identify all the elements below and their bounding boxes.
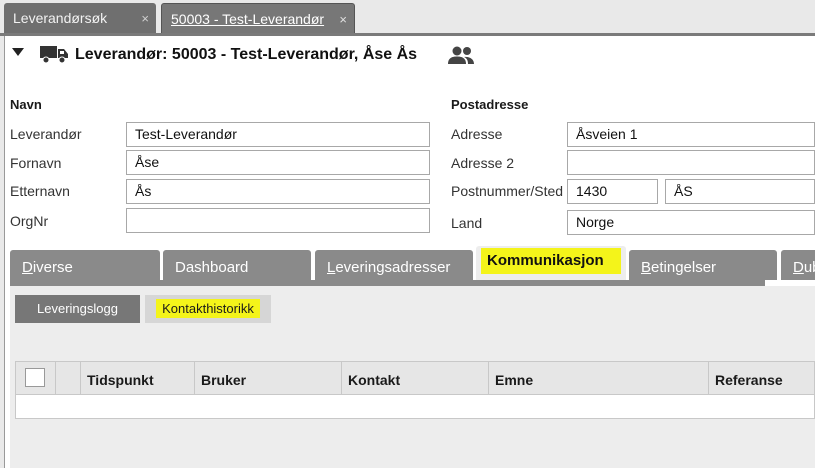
country-label: Land — [451, 215, 483, 231]
window-tab-supplier[interactable]: 50003 - Test-Leverandør × — [161, 3, 355, 33]
close-icon[interactable]: × — [339, 12, 347, 27]
people-icon[interactable] — [447, 45, 475, 65]
address2-field[interactable] — [567, 150, 815, 175]
tab-label-rest: everingsadresser — [335, 259, 451, 276]
column-header-tidspunkt[interactable]: Tidspunkt — [81, 362, 195, 395]
tab-diverse[interactable]: Diverse — [10, 250, 160, 280]
window-tab-label: 50003 - Test-Leverandør — [171, 10, 325, 27]
address-section-heading: Postadresse — [451, 97, 529, 112]
tab-dub[interactable]: Dub — [781, 250, 815, 280]
truck-icon — [40, 46, 68, 64]
grid-header: Tidspunkt Bruker Kontakt Emne Referanse — [16, 362, 814, 395]
name-section-heading: Navn — [10, 97, 42, 112]
orgnr-label: OrgNr — [10, 213, 49, 229]
postcode-city-label: Postnummer/Sted — [451, 183, 564, 199]
subtab-leveringslogg[interactable]: Leveringslogg — [15, 295, 140, 323]
address-label: Adresse — [451, 126, 503, 142]
city-field[interactable]: ÅS — [665, 179, 815, 204]
subtab-label: Kontakthistorikk — [156, 299, 260, 318]
last-name-field[interactable]: Ås — [126, 179, 430, 204]
tab-accel: D — [793, 259, 804, 276]
tab-label: Kommunikasjon — [481, 248, 621, 274]
first-name-field[interactable]: Åse — [126, 150, 430, 175]
tab-dashboard[interactable]: Dashboard — [163, 250, 311, 280]
tab-betingelser[interactable]: Betingelser — [629, 250, 777, 280]
tab-leveringsadresser[interactable]: Leveringsadresser — [315, 250, 473, 280]
tab-label-rest: etingelser — [651, 259, 717, 276]
tab-kommunikasjon[interactable]: Kommunikasjon — [476, 246, 626, 282]
window-tab-label: Leverandørsøk — [13, 10, 108, 26]
postcode-field[interactable]: 1430 — [567, 179, 658, 204]
last-name-label: Etternavn — [10, 183, 70, 199]
window-tab-leverandorsok[interactable]: Leverandørsøk × — [4, 3, 156, 33]
column-header-bruker[interactable]: Bruker — [195, 362, 342, 395]
tab-accel: B — [641, 259, 652, 276]
orgnr-field[interactable] — [126, 208, 430, 233]
caret-down-icon[interactable] — [12, 48, 24, 56]
select-all-cell — [16, 362, 56, 395]
country-field[interactable]: Norge — [567, 210, 815, 235]
contact-history-grid: Tidspunkt Bruker Kontakt Emne Referanse — [15, 361, 815, 419]
first-name-label: Fornavn — [10, 155, 62, 171]
column-header-kontakt[interactable]: Kontakt — [342, 362, 489, 395]
column-header-referanse[interactable]: Referanse — [709, 362, 814, 395]
column-header-emne[interactable]: Emne — [489, 362, 709, 395]
supplier-label: Leverandør — [10, 126, 82, 142]
address2-label: Adresse 2 — [451, 155, 515, 171]
select-all-checkbox[interactable] — [25, 368, 45, 387]
close-icon[interactable]: × — [141, 11, 149, 26]
subtab-label: Leveringslogg — [37, 301, 118, 316]
tab-label: Dashboard — [175, 259, 249, 276]
supplier-field[interactable]: Test-Leverandør — [126, 122, 430, 147]
grid-spacer-column — [56, 362, 81, 395]
page-title: Leverandør: 50003 - Test-Leverandør, Åse… — [75, 46, 418, 63]
tab-accel: D — [22, 259, 33, 276]
address-field[interactable]: Åsveien 1 — [567, 122, 815, 147]
tab-label-rest: iverse — [32, 259, 73, 276]
tab-label-rest: ub — [803, 259, 815, 276]
subtab-kontakthistorikk[interactable]: Kontakthistorikk — [145, 295, 271, 323]
